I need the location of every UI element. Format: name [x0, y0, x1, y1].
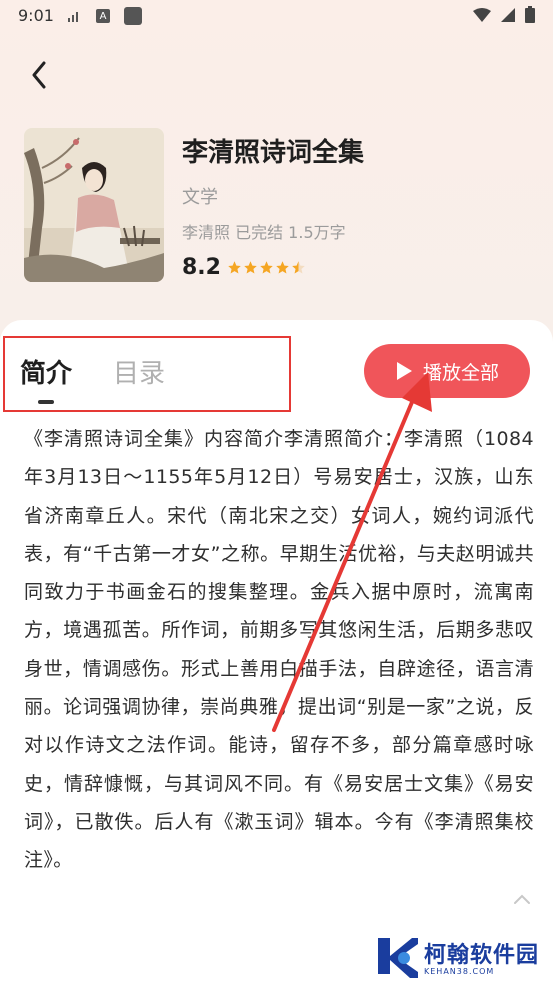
half-star-icon [292, 261, 305, 274]
play-icon [396, 362, 412, 380]
book-meta: 李清照 已完结 1.5万字 [182, 223, 346, 242]
a-notification-icon: A [96, 9, 110, 23]
star-icon [228, 261, 241, 274]
status-bar: 9:01 A [0, 0, 553, 34]
status-system-icons [473, 6, 535, 23]
tab-toc[interactable]: 目录 [113, 353, 165, 390]
cell-signal-icon [501, 7, 515, 22]
wifi-icon [473, 7, 491, 22]
play-all-label: 播放全部 [422, 361, 499, 384]
tab-active-indicator [38, 400, 54, 404]
status-time: 9:01 [18, 6, 54, 25]
watermark-logo: 柯翰软件园 KEHAN38.COM [374, 934, 539, 978]
book-cover[interactable] [24, 128, 164, 282]
back-arrow-icon [32, 61, 46, 89]
tab-intro[interactable]: 简介 [20, 353, 72, 390]
app-notification-icon [124, 7, 142, 25]
star-icon [260, 261, 273, 274]
star-icon [276, 261, 289, 274]
book-genre: 文学 [182, 187, 218, 208]
book-title: 李清照诗词全集 [182, 138, 365, 168]
watermark-domain: KEHAN38.COM [424, 966, 495, 976]
kehan-logo-icon [378, 938, 418, 978]
collapse-arrow-icon[interactable] [512, 892, 532, 906]
signal-bars-icon [68, 10, 82, 22]
back-button[interactable] [24, 58, 54, 92]
book-description: 《李清照诗词全集》内容简介李清照简介：李清照（1084年3月13日～1155年5… [24, 428, 534, 872]
play-all-button[interactable]: 播放全部 [364, 344, 530, 398]
rating-score: 8.2 [182, 255, 221, 280]
book-rating: 8.2 [182, 255, 306, 280]
status-notification-icons: A [68, 7, 142, 25]
battery-icon [525, 6, 535, 23]
rating-stars [227, 260, 306, 275]
star-icon [244, 261, 257, 274]
watermark-name: 柯翰软件园 [424, 942, 540, 968]
